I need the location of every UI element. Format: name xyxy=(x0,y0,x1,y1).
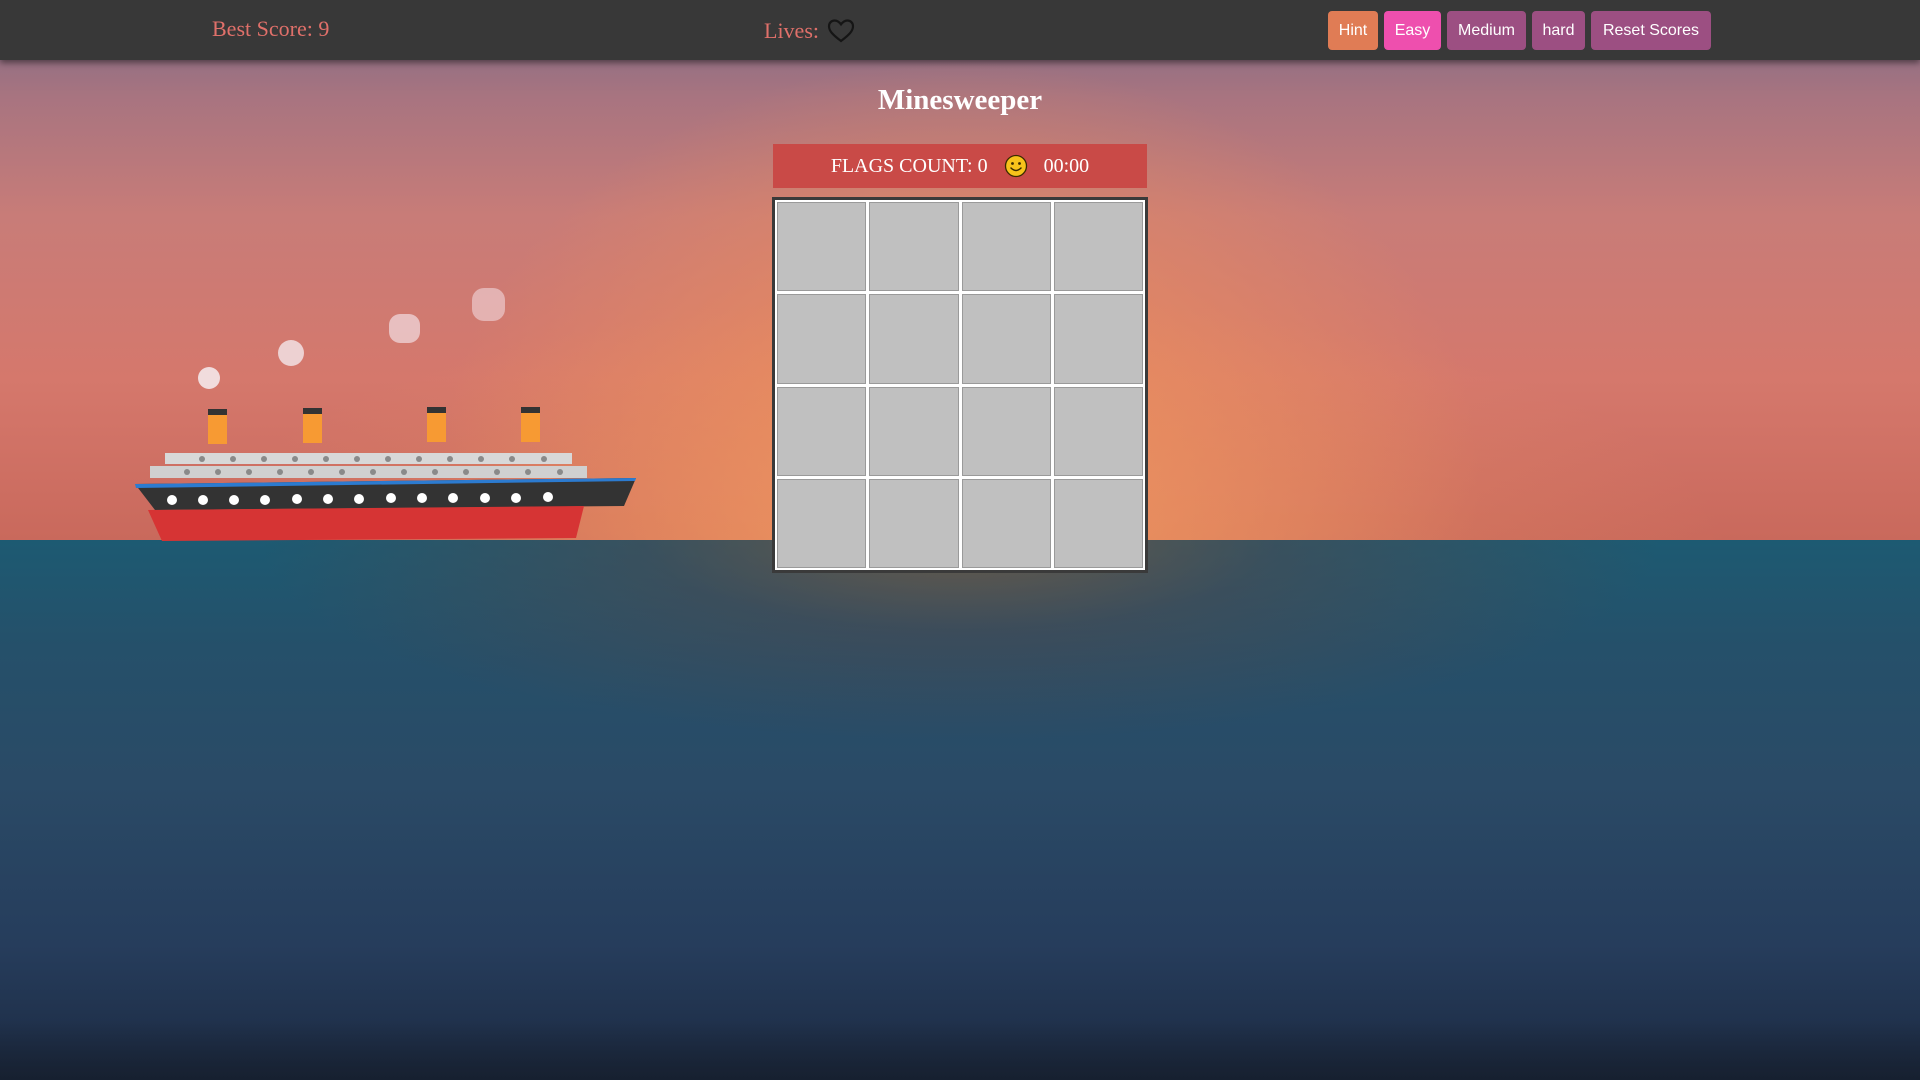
board-cell[interactable] xyxy=(1053,202,1143,292)
board-cell[interactable] xyxy=(869,478,959,568)
board-cell[interactable] xyxy=(777,386,867,476)
board-cell[interactable] xyxy=(961,386,1051,476)
best-score: Best Score: 9 xyxy=(212,16,330,41)
top-bar: Best Score: 9 Lives: Hint Easy Medium ha… xyxy=(0,0,1920,60)
timer: 00:00 xyxy=(1043,154,1090,177)
board-cell[interactable] xyxy=(869,386,959,476)
reset-scores-button[interactable]: Reset Scores xyxy=(1591,11,1711,50)
hard-button[interactable]: hard xyxy=(1532,11,1585,50)
sea xyxy=(0,540,1920,1080)
lives-display: Lives: xyxy=(764,18,855,44)
button-group: Hint Easy Medium hard Reset Scores xyxy=(1328,11,1711,50)
medium-button[interactable]: Medium xyxy=(1447,11,1526,50)
smiley-icon[interactable] xyxy=(1004,154,1028,178)
game-title: Minesweeper xyxy=(877,84,1043,116)
flags-count: FLAGS COUNT: 0 xyxy=(830,154,988,177)
board-cell[interactable] xyxy=(777,294,867,384)
ship-illustration xyxy=(135,288,636,541)
status-bar: FLAGS COUNT: 0 00:00 xyxy=(773,144,1147,188)
game-board xyxy=(772,197,1148,573)
board-cell[interactable] xyxy=(1053,478,1143,568)
hint-button[interactable]: Hint xyxy=(1328,11,1378,50)
board-cell[interactable] xyxy=(961,294,1051,384)
heart-icon xyxy=(827,18,855,44)
board-cell[interactable] xyxy=(961,478,1051,568)
board-cell[interactable] xyxy=(1053,294,1143,384)
easy-button[interactable]: Easy xyxy=(1384,11,1441,50)
lives-label: Lives: xyxy=(764,18,819,43)
board-cell[interactable] xyxy=(777,478,867,568)
board-cell[interactable] xyxy=(1053,386,1143,476)
board-cell[interactable] xyxy=(869,202,959,292)
board-cell[interactable] xyxy=(777,202,867,292)
board-cell[interactable] xyxy=(961,202,1051,292)
board-cell[interactable] xyxy=(869,294,959,384)
